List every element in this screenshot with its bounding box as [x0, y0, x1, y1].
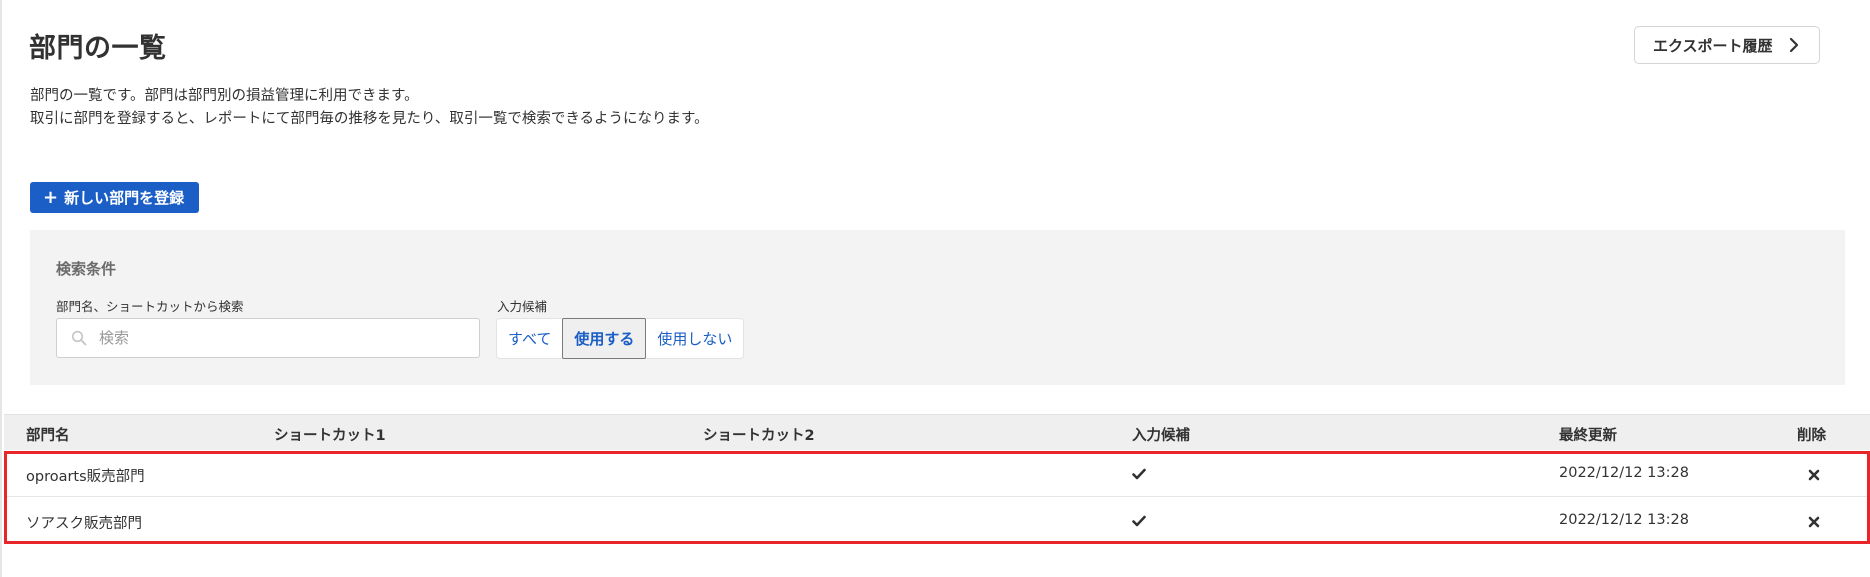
filter-all-button[interactable]: すべて	[497, 319, 562, 358]
add-department-button[interactable]: + 新しい部門を登録	[30, 182, 199, 213]
table-header: 部門名 ショートカット1 ショートカット2 入力候補 最終更新 削除	[4, 414, 1870, 450]
filter-use-button[interactable]: 使用する	[562, 318, 647, 359]
filter-unused-button[interactable]: 使用しない	[646, 319, 743, 358]
export-history-label: エクスポート履歴	[1653, 36, 1773, 55]
description-line-1: 部門の一覧です。部門は部門別の損益管理に利用できます。	[30, 88, 419, 104]
search-panel-title: 検索条件	[56, 260, 117, 278]
keyword-search-label: 部門名、ショートカットから検索	[56, 299, 244, 314]
column-header-delete: 削除	[1797, 428, 1826, 444]
page-frame: 部門の一覧 エクスポート履歴 部門の一覧です。部門は部門別の損益管理に利用できま…	[0, 0, 1870, 577]
add-department-label: 新しい部門を登録	[64, 189, 185, 207]
page-title: 部門の一覧	[29, 33, 167, 64]
export-history-button[interactable]: エクスポート履歴	[1634, 26, 1820, 64]
description-line-2: 取引に部門を登録すると、レポートにて部門毎の推移を見たり、取引一覧で検索できるよ…	[30, 111, 709, 127]
search-panel: 検索条件 部門名、ショートカットから検索 入力候補 すべて 使用する 使用しない	[30, 230, 1845, 385]
search-input[interactable]	[99, 319, 469, 357]
column-header-name[interactable]: 部門名	[26, 424, 70, 445]
column-header-updated[interactable]: 最終更新	[1559, 424, 1617, 445]
candidate-filter-segmented: すべて 使用する 使用しない	[496, 318, 745, 359]
search-input-wrapper	[56, 318, 480, 358]
column-header-shortcut1[interactable]: ショートカット1	[274, 424, 386, 445]
chevron-right-icon	[1789, 37, 1799, 53]
column-header-shortcut2[interactable]: ショートカット2	[703, 424, 815, 445]
highlight-box	[4, 451, 1870, 544]
search-icon	[71, 330, 87, 346]
input-candidate-label: 入力候補	[497, 299, 548, 314]
column-header-candidate[interactable]: 入力候補	[1132, 424, 1190, 445]
plus-icon: +	[43, 186, 59, 208]
